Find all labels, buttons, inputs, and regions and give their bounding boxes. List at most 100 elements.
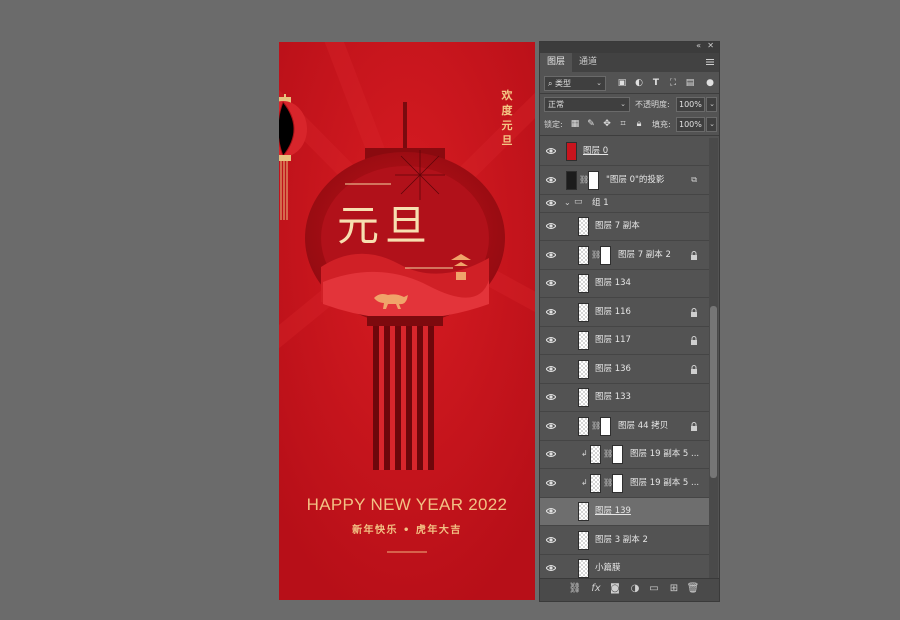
smart-object-filter-icon[interactable]: ▤	[684, 76, 696, 91]
layer-name[interactable]: 图层 133	[595, 384, 631, 411]
visibility-eye-icon[interactable]	[546, 365, 556, 373]
layer-scrollbar[interactable]	[709, 138, 718, 578]
scrollbar-thumb[interactable]	[710, 306, 717, 478]
layer-row[interactable]: 图层 133	[540, 384, 709, 412]
collapse-icon[interactable]: «	[696, 41, 701, 50]
new-layer-icon[interactable]: ⊞	[667, 583, 681, 594]
layer-row[interactable]: 图层 136	[540, 355, 709, 384]
layer-thumbnail[interactable]	[590, 473, 601, 493]
adjustment-filter-icon[interactable]: ◐	[633, 76, 645, 91]
blend-mode-select[interactable]: 正常 ⌄	[544, 97, 630, 112]
layer-row[interactable]: ⛓ 图层 7 副本 2	[540, 241, 709, 270]
fill-dropdown[interactable]: ⌄	[706, 117, 717, 132]
lock-artboard-icon[interactable]: ⌗	[617, 117, 629, 132]
lock-all-icon[interactable]: 🔒︎	[633, 117, 645, 132]
layer-row[interactable]: ⛓ 图层 44 拷贝	[540, 412, 709, 441]
layer-row[interactable]: 图层 116	[540, 298, 709, 327]
layer-mask-thumbnail[interactable]	[612, 445, 623, 464]
visibility-eye-icon[interactable]	[546, 393, 556, 401]
visibility-eye-icon[interactable]	[546, 422, 556, 430]
layer-name[interactable]: 图层 116	[595, 299, 631, 326]
layer-group-row[interactable]: ⌄ ▭ 组 1	[540, 195, 709, 213]
layer-name[interactable]: 图层 136	[595, 356, 631, 383]
new-group-icon[interactable]: ▭	[647, 583, 661, 594]
fx-icon[interactable]: fx	[589, 583, 603, 594]
fill-field[interactable]: 100%	[676, 117, 705, 132]
layer-effects-icon[interactable]: ⧉	[691, 175, 697, 185]
layer-mask-thumbnail[interactable]	[600, 245, 611, 265]
layer-name[interactable]: 图层 44 拷贝	[618, 413, 668, 440]
visibility-eye-icon[interactable]	[546, 251, 556, 259]
toggle-filter-icon[interactable]: ●	[704, 76, 716, 91]
layer-thumbnail[interactable]	[578, 302, 589, 322]
layer-row[interactable]: ⛓ "图层 0"的投影 ⧉	[540, 166, 709, 195]
layer-name[interactable]: "图层 0"的投影	[606, 167, 664, 194]
layer-thumbnail[interactable]	[566, 142, 577, 161]
layer-name[interactable]: 图层 117	[595, 327, 631, 354]
layer-thumbnail[interactable]	[578, 217, 589, 236]
layer-row[interactable]: 图层 7 副本	[540, 213, 709, 241]
visibility-eye-icon[interactable]	[546, 147, 556, 155]
layer-name[interactable]: 图层 7 副本 2	[618, 242, 671, 269]
add-mask-icon[interactable]: ◙	[608, 583, 622, 594]
layer-row[interactable]: ↲ ⛓ 图层 19 副本 5 ...	[540, 469, 709, 498]
visibility-eye-icon[interactable]	[546, 479, 556, 487]
layer-row[interactable]: 图层 139	[540, 498, 709, 526]
visibility-eye-icon[interactable]	[546, 536, 556, 544]
visibility-eye-icon[interactable]	[546, 199, 556, 207]
layer-row[interactable]: 图层 117	[540, 327, 709, 355]
type-filter-icon[interactable]: T	[650, 76, 662, 91]
adjustment-layer-icon[interactable]: ◑	[628, 583, 642, 594]
layer-thumbnail[interactable]	[578, 245, 589, 265]
layer-mask-thumbnail[interactable]	[600, 416, 611, 436]
layer-row[interactable]: 图层 0	[540, 138, 709, 166]
opacity-dropdown[interactable]: ⌄	[706, 97, 717, 112]
tab-layers[interactable]: 图层	[540, 53, 573, 72]
layer-name[interactable]: 图层 19 副本 5 ...	[630, 470, 699, 497]
delete-layer-icon[interactable]: 🗑︎	[686, 583, 700, 594]
lock-position-icon[interactable]: ✥	[601, 117, 613, 132]
layer-thumbnail[interactable]	[590, 445, 601, 464]
layer-thumbnail[interactable]	[578, 359, 589, 379]
image-filter-icon[interactable]: ▣	[616, 76, 628, 91]
layer-mask-thumbnail[interactable]	[588, 170, 599, 190]
link-layers-icon[interactable]: ⛓	[568, 583, 582, 594]
panel-title-bar[interactable]: « ✕	[540, 41, 719, 53]
lock-image-icon[interactable]: ✎	[585, 117, 597, 132]
layer-thumbnail[interactable]	[578, 502, 589, 521]
layer-row[interactable]: 小篇膜	[540, 555, 709, 578]
layer-name[interactable]: 图层 7 副本	[595, 213, 640, 240]
tab-channels[interactable]: 通道	[572, 53, 604, 72]
layer-name[interactable]: 图层 134	[595, 270, 631, 297]
layer-name[interactable]: 图层 19 副本 5 ...	[630, 441, 699, 468]
layer-name[interactable]: 图层 139	[595, 498, 631, 525]
visibility-eye-icon[interactable]	[546, 279, 556, 287]
layer-thumbnail[interactable]	[566, 170, 577, 190]
layer-thumbnail[interactable]	[578, 274, 589, 293]
lock-transparent-icon[interactable]: ▦	[569, 117, 581, 132]
layer-thumbnail[interactable]	[578, 331, 589, 350]
layer-name[interactable]: 小篇膜	[595, 555, 621, 578]
layer-thumbnail[interactable]	[578, 416, 589, 436]
layer-thumbnail[interactable]	[578, 559, 589, 578]
layer-name[interactable]: 图层 0	[583, 138, 608, 165]
visibility-eye-icon[interactable]	[546, 222, 556, 230]
layer-name[interactable]: 图层 3 副本 2	[595, 527, 648, 554]
expand-arrow-icon[interactable]: ⌄	[564, 198, 571, 207]
visibility-eye-icon[interactable]	[546, 564, 556, 572]
close-icon[interactable]: ✕	[707, 41, 714, 50]
filter-kind-select[interactable]: ⌕ 类型 ⌄	[544, 76, 606, 91]
visibility-eye-icon[interactable]	[546, 308, 556, 316]
layer-row[interactable]: ↲ ⛓ 图层 19 副本 5 ...	[540, 441, 709, 469]
layer-thumbnail[interactable]	[578, 388, 589, 407]
layer-name[interactable]: 组 1	[592, 195, 609, 212]
layer-mask-thumbnail[interactable]	[612, 473, 623, 493]
layer-row[interactable]: 图层 134	[540, 270, 709, 298]
layer-thumbnail[interactable]	[578, 530, 589, 550]
visibility-eye-icon[interactable]	[546, 176, 556, 184]
shape-filter-icon[interactable]: ⛶	[667, 76, 679, 91]
opacity-field[interactable]: 100%	[676, 97, 705, 112]
visibility-eye-icon[interactable]	[546, 336, 556, 344]
visibility-eye-icon[interactable]	[546, 450, 556, 458]
visibility-eye-icon[interactable]	[546, 507, 556, 515]
